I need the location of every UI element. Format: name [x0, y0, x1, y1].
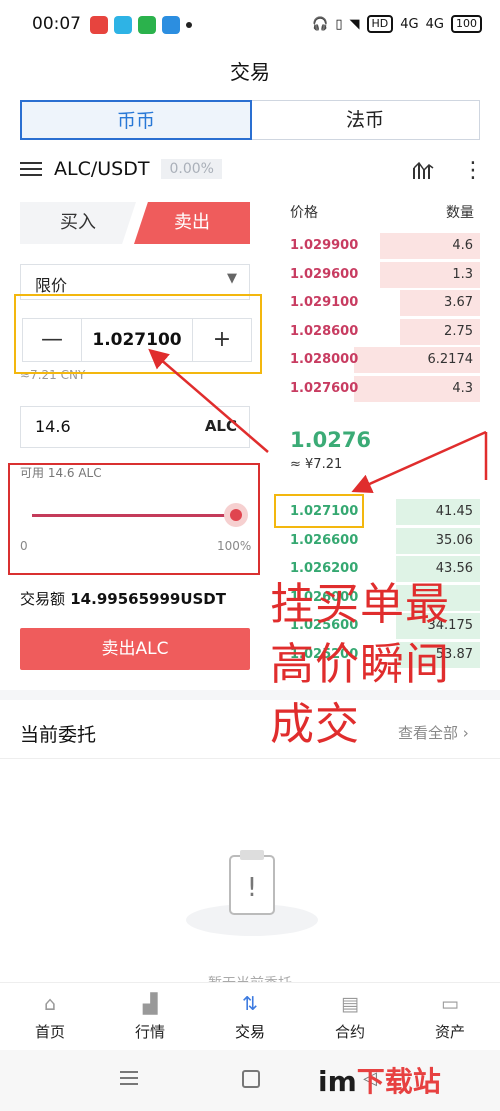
svg-text:!: ! — [247, 873, 257, 903]
divider-line — [0, 758, 500, 759]
watermark-prefix: im — [318, 1065, 357, 1098]
view-all-label: 查看全部 — [398, 724, 459, 742]
market-icon: ▟ — [142, 993, 158, 1015]
tab-contract[interactable]: ▤ 合约 — [300, 983, 400, 1049]
chevron-right-icon: › — [462, 724, 469, 742]
tab-market-label: 行情 — [134, 1023, 165, 1041]
empty-clipboard-icon: ! — [182, 840, 322, 940]
wallet-icon: ▭ — [441, 993, 459, 1015]
bottom-tab-bar: ⌂ 首页 ▟ 行情 ⇅ 交易 ▤ 合约 ▭ 资产 — [0, 982, 500, 1049]
tab-assets[interactable]: ▭ 资产 — [400, 983, 500, 1049]
home-icon: ⌂ — [43, 993, 57, 1015]
tab-home-label: 首页 — [34, 1023, 65, 1041]
current-orders-title: 当前委托 — [20, 724, 97, 746]
tab-trade[interactable]: ⇅ 交易 — [200, 983, 300, 1049]
tab-contract-label: 合约 — [334, 1023, 365, 1041]
view-all-link[interactable]: 查看全部 › — [398, 722, 469, 743]
tab-assets-label: 资产 — [434, 1023, 465, 1041]
nav-menu-icon[interactable] — [120, 1070, 142, 1086]
tab-home[interactable]: ⌂ 首页 — [0, 983, 100, 1049]
trade-icon: ⇅ — [242, 993, 258, 1015]
tab-trade-label: 交易 — [234, 1023, 265, 1041]
section-divider — [0, 690, 500, 700]
watermark-logo: im下载站 — [318, 1060, 441, 1100]
tab-market[interactable]: ▟ 行情 — [100, 983, 200, 1049]
watermark-suffix: 下载站 — [356, 1065, 441, 1098]
nav-home-icon[interactable] — [242, 1070, 260, 1088]
contract-icon: ▤ — [341, 993, 359, 1015]
